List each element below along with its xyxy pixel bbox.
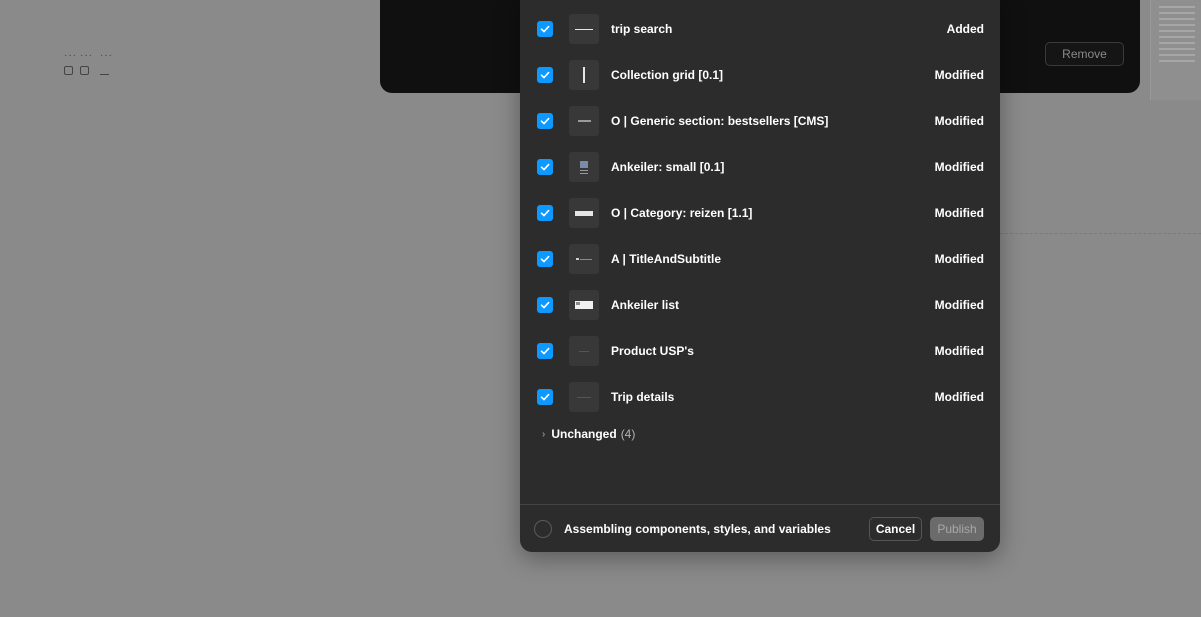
- title-icon: [569, 244, 599, 274]
- status-badge: Added: [946, 22, 984, 36]
- vertical-line-icon: [569, 60, 599, 90]
- loading-spinner-icon: [534, 520, 552, 538]
- status-badge: Modified: [934, 390, 984, 404]
- more-dots-icon: ···: [100, 50, 113, 61]
- checkmark-icon: [540, 25, 550, 33]
- canvas-side-document: [1150, 0, 1201, 100]
- unchanged-toggle[interactable]: › Unchanged (4): [542, 427, 635, 441]
- checkmark-icon: [540, 117, 550, 125]
- checkbox[interactable]: [537, 389, 553, 405]
- checkmark-icon: [540, 163, 550, 171]
- status-badge: Modified: [934, 206, 984, 220]
- list-item[interactable]: O | Category: reizen [1.1] Modified: [520, 190, 1000, 236]
- more-dots-icon: ···: [80, 50, 93, 61]
- canvas-guide-line: [1000, 233, 1201, 234]
- checkbox[interactable]: [537, 113, 553, 129]
- section-icon: [569, 106, 599, 136]
- checkbox[interactable]: [537, 159, 553, 175]
- chevron-right-icon: ›: [542, 428, 546, 440]
- component-name: Collection grid [0.1]: [611, 68, 724, 82]
- component-name: Ankeiler: small [0.1]: [611, 160, 725, 174]
- checkbox[interactable]: [537, 343, 553, 359]
- copy-icon: [80, 66, 89, 75]
- component-name: trip search: [611, 22, 673, 36]
- component-name: Ankeiler list: [611, 298, 680, 312]
- unchanged-label: Unchanged: [551, 427, 617, 441]
- status-badge: Modified: [934, 160, 984, 174]
- status-badge: Modified: [934, 68, 984, 82]
- list-item[interactable]: Collection grid [0.1] Modified: [520, 52, 1000, 98]
- checkmark-icon: [540, 393, 550, 401]
- checkmark-icon: [540, 301, 550, 309]
- checkbox[interactable]: [537, 251, 553, 267]
- checkbox[interactable]: [537, 67, 553, 83]
- status-badge: Modified: [934, 344, 984, 358]
- component-name: Product USP's: [611, 344, 694, 358]
- checkmark-icon: [540, 71, 550, 79]
- faint-line-icon: [569, 336, 599, 366]
- banner-icon: [569, 198, 599, 228]
- list-item[interactable]: A | TitleAndSubtitle Modified: [520, 236, 1000, 282]
- list-item[interactable]: trip search Added: [520, 6, 1000, 52]
- checkmark-icon: [540, 209, 550, 217]
- remove-button[interactable]: Remove: [1045, 42, 1124, 66]
- checkbox[interactable]: [537, 297, 553, 313]
- publish-modal: trip search Added Collection grid [0.1] …: [520, 0, 1000, 552]
- canvas-mini-toolbar: ··· ··· ···: [62, 50, 122, 80]
- checkbox[interactable]: [537, 21, 553, 37]
- modal-footer: Assembling components, styles, and varia…: [520, 504, 1000, 552]
- align-icon: [100, 66, 109, 75]
- faint-line-icon: [569, 382, 599, 412]
- list-item[interactable]: Trip details Modified: [520, 374, 1000, 420]
- checkbox[interactable]: [537, 205, 553, 221]
- progress-status-text: Assembling components, styles, and varia…: [564, 522, 831, 536]
- component-name: O | Category: reizen [1.1]: [611, 206, 753, 220]
- list-item[interactable]: Ankeiler list Modified: [520, 282, 1000, 328]
- publish-button[interactable]: Publish: [930, 517, 984, 541]
- cancel-button[interactable]: Cancel: [869, 517, 922, 541]
- list-item[interactable]: Product USP's Modified: [520, 328, 1000, 374]
- checkmark-icon: [540, 347, 550, 355]
- unchanged-count: (4): [620, 427, 636, 441]
- component-name: Trip details: [611, 390, 675, 404]
- frame-icon: [64, 66, 73, 75]
- component-name: A | TitleAndSubtitle: [611, 252, 722, 266]
- checkmark-icon: [540, 255, 550, 263]
- line-icon: [569, 14, 599, 44]
- card-icon: [569, 152, 599, 182]
- status-badge: Modified: [934, 298, 984, 312]
- list-item[interactable]: O | Generic section: bestsellers [CMS] M…: [520, 98, 1000, 144]
- list-icon: [569, 290, 599, 320]
- status-badge: Modified: [934, 114, 984, 128]
- more-dots-icon: ···: [64, 50, 77, 61]
- status-badge: Modified: [934, 252, 984, 266]
- component-name: O | Generic section: bestsellers [CMS]: [611, 114, 829, 128]
- list-item[interactable]: Ankeiler: small [0.1] Modified: [520, 144, 1000, 190]
